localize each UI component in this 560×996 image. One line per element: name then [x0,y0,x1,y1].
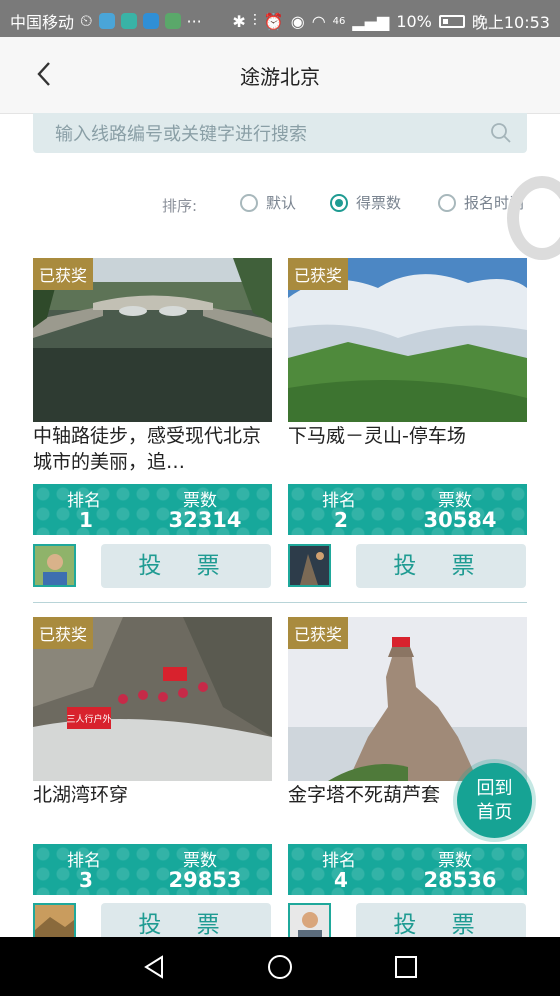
rank-value: 2 [334,508,348,532]
rank-value: 1 [79,508,93,532]
eye-comfort-icon: ◉ [290,11,305,31]
network-type-label: 46 [332,15,346,27]
sort-option-votes[interactable]: 得票数 [330,192,401,213]
back-button[interactable] [30,59,60,89]
scroll-indicator[interactable] [507,176,560,260]
bluetooth-icon: ✱ [232,11,246,31]
status-bar: 中国移动 ⏲ ··· ✱ ⫶ ⏰ ◉ ◠ 46 ▂▄▆ 10% 晚上10:53 [0,0,560,37]
awarded-badge: 已获奖 [288,617,349,649]
route-photo[interactable]: 三人行户外 已获奖 [33,617,272,781]
back-triangle-icon[interactable] [140,953,168,981]
search-bar [33,113,527,153]
page-title: 途游北京 [240,65,320,89]
home-button-line1: 回到 [476,778,513,799]
sort-bar: 排序: 默认 得票数 报名时间 [0,190,560,224]
sort-option-label: 默认 [266,194,297,212]
vote-stats: 排名 4 票数 28536 [288,844,527,895]
votes-value: 29853 [168,868,242,892]
alarm-icon: ⏰ [263,11,284,31]
vote-stats: 排名 2 票数 30584 [288,484,527,535]
vote-stats: 排名 3 票数 29853 [33,844,272,895]
vote-stats: 排名 1 票数 32314 [33,484,272,535]
route-photo[interactable]: 已获奖 [288,617,527,781]
app-notification-icon [120,13,137,29]
rank-value: 4 [334,868,348,892]
route-title[interactable]: 下马威－灵山-停车场 [288,423,527,449]
wifi-icon: ◠ [311,11,326,31]
vote-button[interactable]: 投 票 [356,544,526,588]
row-divider [33,602,527,603]
search-input[interactable] [53,119,477,149]
status-right: ✱ ⫶ ⏰ ◉ ◠ 46 ▂▄▆ 10% 晚上10:53 [232,9,550,33]
votes-value: 30584 [423,508,497,532]
radio-icon [438,193,456,212]
clock-icon: ⏲ [80,11,93,30]
radio-selected-icon [330,193,348,212]
awarded-badge: 已获奖 [288,258,349,290]
votes-value: 32314 [168,508,242,532]
sort-option-default[interactable]: 默认 [240,192,296,213]
system-nav-bar [0,937,560,996]
carrier-label: 中国移动 [10,13,75,32]
votes-value: 28536 [423,868,497,892]
route-photo[interactable]: 已获奖 [33,258,272,422]
awarded-badge: 已获奖 [33,258,94,290]
radio-icon [240,193,258,212]
awarded-badge: 已获奖 [33,617,94,649]
clock-time: 晚上10:53 [471,13,550,32]
sort-label: 排序: [162,197,198,215]
avatar[interactable] [288,544,331,587]
app-header: 途游北京 [0,37,560,114]
chevron-left-icon [37,62,50,86]
route-title[interactable]: 北湖湾环穿 [33,782,272,808]
avatar[interactable] [33,544,76,587]
group-banner-text: 三人行户外 [66,713,111,725]
signal-icon: ▂▄▆ [352,11,390,31]
app-notification-icon [98,13,115,29]
search-icon[interactable] [489,121,513,145]
user-avatar-image [35,546,74,585]
user-avatar-image [290,546,329,585]
vibrate-icon: ⫶ [252,11,257,30]
battery-icon [438,14,465,28]
status-left: 中国移动 ⏲ ··· [10,9,202,33]
vote-button[interactable]: 投 票 [101,544,271,588]
sort-option-label: 得票数 [356,194,402,212]
telegram-icon [142,13,159,29]
back-to-home-button[interactable]: 回到 首页 [457,763,532,838]
battery-percent: 10% [396,11,432,31]
route-photo[interactable]: 已获奖 [288,258,527,422]
home-button-line2: 首页 [476,802,513,823]
rank-value: 3 [79,868,93,892]
recents-square-icon[interactable] [392,953,420,981]
route-title[interactable]: 中轴路徒步，感受现代北京城市的美丽，追… [33,423,272,475]
home-circle-icon[interactable] [266,953,294,981]
app-notification-icon [164,13,181,29]
more-notifications-label: ··· [186,11,202,31]
